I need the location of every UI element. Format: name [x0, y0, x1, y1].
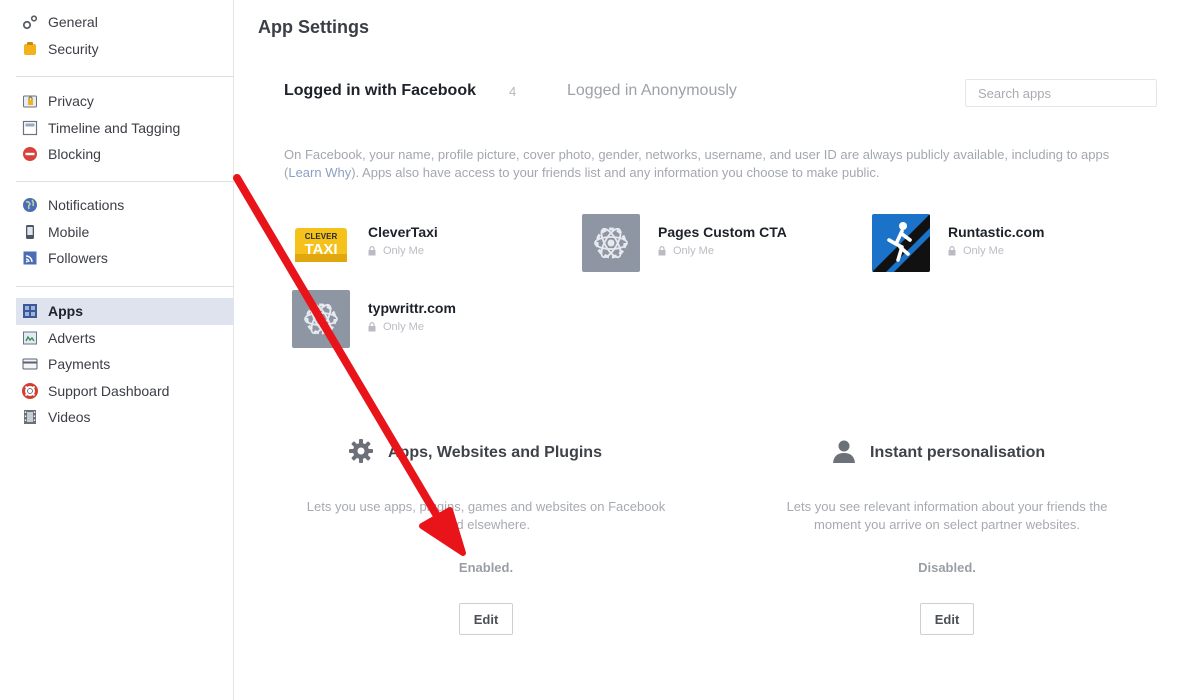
sidebar-item-general[interactable]: General [16, 9, 234, 36]
mobile-icon [21, 223, 38, 240]
atom-gear-icon [292, 290, 350, 348]
sidebar-item-label: Privacy [48, 93, 94, 110]
sidebar-group-notifications: Notifications Mobile Followers [16, 192, 234, 272]
app-card-typwrittr[interactable]: typwrittr.com Only Me [292, 290, 572, 350]
card-icon [21, 356, 38, 373]
app-card-pages-custom-cta[interactable]: Pages Custom CTA Only Me [582, 214, 862, 274]
lock-icon [368, 246, 376, 256]
edit-personalisation-button[interactable]: Edit [920, 603, 974, 635]
sidebar-item-label: Blocking [48, 146, 101, 163]
adverts-icon [21, 329, 38, 346]
sidebar-divider [16, 76, 234, 77]
sidebar-item-payments[interactable]: Payments [16, 351, 234, 378]
privacy-label: Only Me [963, 245, 1004, 257]
sidebar-item-adverts[interactable]: Adverts [16, 325, 234, 352]
app-card-runtastic[interactable]: Runtastic.com Only Me [872, 214, 1152, 274]
sidebar-item-privacy[interactable]: Privacy [16, 88, 234, 115]
gear-icon [21, 14, 38, 31]
settings-sidebar: General Security Privacy Timeline and Ta… [0, 0, 234, 700]
section-title: Instant personalisation [870, 444, 1046, 461]
app-name: typwrittr.com [368, 300, 456, 316]
tab-logged-in-with-facebook[interactable]: Logged in with Facebook [284, 82, 476, 100]
search-apps-input[interactable] [965, 79, 1157, 107]
app-privacy[interactable]: Only Me [948, 245, 1004, 257]
section-header: Apps, Websites and Plugins [306, 430, 666, 474]
section-apps-websites-plugins: Apps, Websites and Plugins Lets you use … [306, 430, 666, 635]
app-card-clevertaxi[interactable]: CLEVER TAXI CleverTaxi Only Me [292, 214, 572, 274]
sidebar-group-account: General Security [16, 9, 234, 62]
gear-icon [348, 438, 374, 469]
app-settings-panel: App Settings Logged in with Facebook 4 L… [234, 0, 1202, 700]
badge-icon [21, 40, 38, 57]
sidebar-item-label: Adverts [48, 329, 96, 346]
runner-icon [872, 214, 930, 272]
sidebar-item-label: Security [48, 40, 99, 57]
lock-icon [658, 246, 666, 256]
person-icon [831, 438, 857, 469]
learn-why-link[interactable]: Learn Why [288, 165, 351, 180]
sidebar-item-label: Notifications [48, 197, 125, 214]
app-name: Runtastic.com [948, 224, 1045, 240]
app-privacy[interactable]: Only Me [658, 245, 714, 257]
tab-app-count: 4 [509, 84, 517, 99]
atom-gear-icon [582, 214, 640, 272]
rss-icon [21, 250, 38, 267]
clevertaxi-logo-icon: CLEVER TAXI [292, 214, 350, 272]
section-status: Enabled. [458, 560, 514, 575]
section-description: Lets you use apps, plugins, games and we… [306, 499, 666, 532]
sidebar-item-followers[interactable]: Followers [16, 245, 234, 272]
block-icon [21, 146, 38, 163]
notice-text: ). Apps also have access to your friends… [351, 165, 880, 180]
sidebar-item-label: Support Dashboard [48, 382, 170, 399]
sidebar-item-label: Timeline and Tagging [48, 119, 181, 136]
public-info-notice: On Facebook, your name, profile picture,… [284, 146, 1134, 182]
sidebar-item-label: Videos [48, 409, 91, 426]
apps-icon [21, 303, 38, 320]
lock-icon [368, 322, 376, 332]
privacy-label: Only Me [383, 245, 424, 257]
section-header: Instant personalisation [767, 430, 1127, 474]
sidebar-item-label: Apps [48, 303, 83, 320]
app-privacy[interactable]: Only Me [368, 245, 424, 257]
clevertaxi-logo-text-top: CLEVER [305, 232, 338, 241]
sidebar-item-videos[interactable]: Videos [16, 404, 234, 431]
tab-logged-in-anonymously[interactable]: Logged in Anonymously [567, 82, 737, 100]
lock-icon [21, 93, 38, 110]
sidebar-item-blocking[interactable]: Blocking [16, 141, 234, 168]
sidebar-item-label: Mobile [48, 223, 90, 240]
globe-icon [21, 197, 38, 214]
section-title: Apps, Websites and Plugins [388, 444, 602, 461]
sidebar-group-apps: Apps Adverts Payments Support Dashboard … [16, 298, 234, 431]
app-name: Pages Custom CTA [658, 224, 787, 240]
section-status: Disabled. [918, 560, 976, 575]
sidebar-item-label: Followers [48, 250, 108, 267]
sidebar-item-label: General [48, 14, 98, 31]
sidebar-item-timeline-and-tagging[interactable]: Timeline and Tagging [16, 115, 234, 142]
sidebar-item-label: Payments [48, 356, 111, 373]
sidebar-group-privacy: Privacy Timeline and Tagging Blocking [16, 88, 234, 168]
sidebar-item-apps[interactable]: Apps [16, 298, 234, 325]
timeline-icon [21, 119, 38, 136]
lifebuoy-icon [21, 382, 38, 399]
privacy-label: Only Me [383, 321, 424, 333]
sidebar-item-notifications[interactable]: Notifications [16, 192, 234, 219]
film-icon [21, 409, 38, 426]
section-description: Lets you see relevant information about … [786, 499, 1108, 532]
app-name: CleverTaxi [368, 224, 438, 240]
page-title: App Settings [258, 17, 369, 37]
clevertaxi-logo-text-bottom: TAXI [304, 241, 337, 258]
privacy-label: Only Me [673, 245, 714, 257]
sidebar-divider [16, 181, 234, 182]
sidebar-item-support-dashboard[interactable]: Support Dashboard [16, 378, 234, 405]
sidebar-item-security[interactable]: Security [16, 36, 234, 63]
sidebar-item-mobile[interactable]: Mobile [16, 219, 234, 246]
sidebar-divider [16, 286, 234, 287]
app-privacy[interactable]: Only Me [368, 321, 424, 333]
section-instant-personalisation: Instant personalisation Lets you see rel… [767, 430, 1127, 635]
edit-plugins-button[interactable]: Edit [459, 603, 513, 635]
lock-icon [948, 246, 956, 256]
